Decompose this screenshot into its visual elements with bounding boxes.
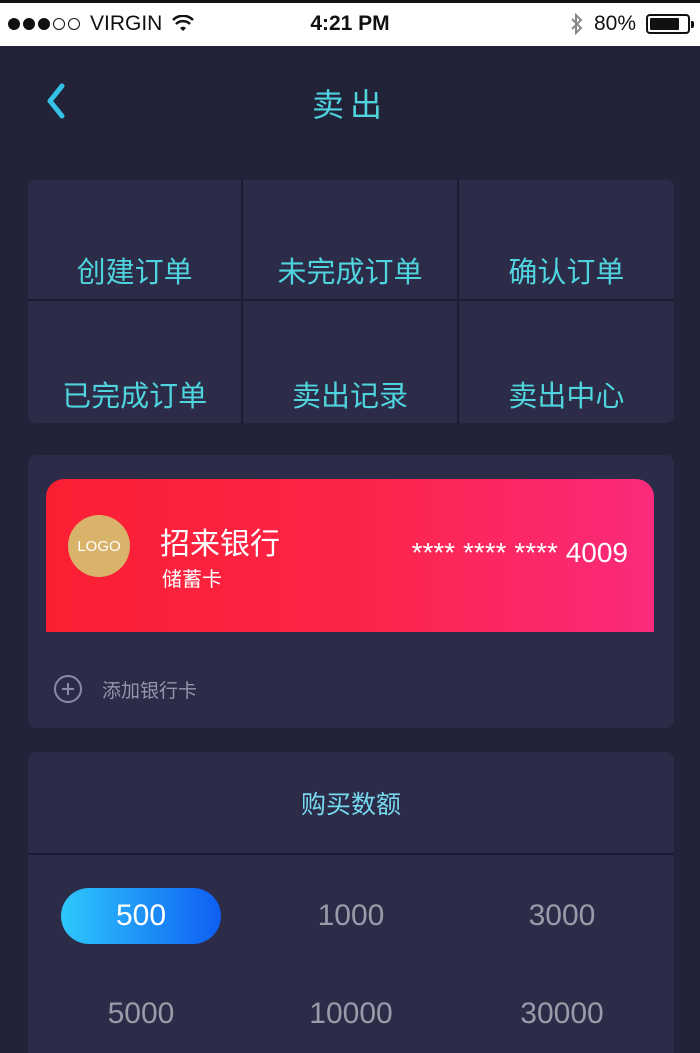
battery-level-fill [650,18,679,30]
amount-option-10000[interactable]: 10000 [271,986,431,1042]
menu-completed-orders[interactable]: 已完成订单 [28,301,244,423]
card-type: 储蓄卡 [162,567,222,591]
nav-bar: 卖出 [0,46,700,156]
amount-option-1000[interactable]: 1000 [271,888,431,944]
menu-incomplete-orders[interactable]: 未完成订单 [243,180,459,301]
status-bar: VIRGIN 4:21 PM 80% [0,0,700,46]
add-bank-card-button[interactable]: 添加银行卡 [54,675,197,703]
menu-grid: 创建订单 未完成订单 确认订单 已完成订单 卖出记录 卖出中心 [28,180,674,423]
bank-name: 招来银行 [160,527,280,562]
battery-icon [646,14,694,34]
page-title: 卖出 [311,86,388,124]
bank-card-section: LOGO 招来银行 储蓄卡 **** **** **** 4009 添加银行卡 [28,455,674,728]
battery-percent: 80% [593,12,636,35]
amount-option-3000[interactable]: 3000 [482,888,642,944]
bank-card[interactable]: LOGO 招来银行 储蓄卡 **** **** **** 4009 [46,479,654,632]
menu-sell-center[interactable]: 卖出中心 [459,301,674,423]
purchase-amount-section: 购买数额 500 1000 3000 5000 10000 30000 [28,752,674,1053]
menu-confirm-order[interactable]: 确认订单 [458,180,674,301]
plus-circle-icon [54,675,82,703]
menu-create-order[interactable]: 创建订单 [28,180,244,301]
bank-logo: LOGO [68,515,130,577]
amount-option-30000[interactable]: 30000 [482,986,642,1042]
menu-sell-records[interactable]: 卖出记录 [243,301,459,423]
add-bank-card-label: 添加银行卡 [102,679,198,702]
purchase-amount-title: 购买数额 [28,752,674,855]
card-number: **** **** **** 4009 [411,537,628,568]
status-right: 80% [570,12,694,36]
bluetooth-icon [571,13,583,35]
amount-option-5000[interactable]: 5000 [61,986,221,1042]
amount-option-500[interactable]: 500 [61,888,221,944]
